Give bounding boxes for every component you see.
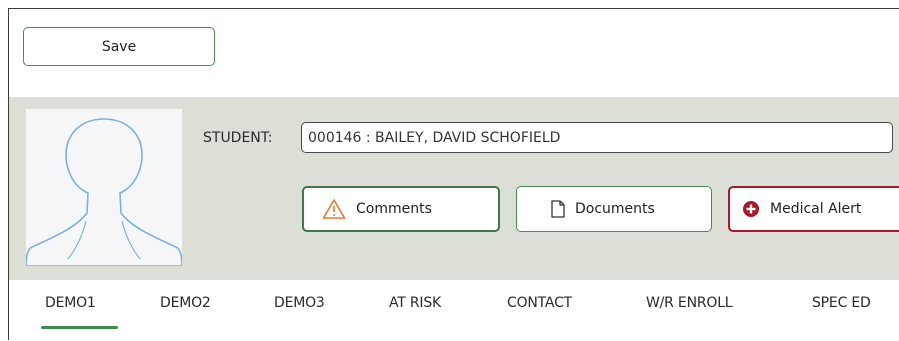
- documents-button[interactable]: Documents: [516, 186, 712, 232]
- toolbar: Save: [9, 9, 899, 97]
- comments-label: Comments: [356, 201, 432, 217]
- student-page: Save STUDENT: 000146 : BAILEY, DAVID SCH…: [8, 8, 899, 341]
- medical-alert-label: Medical Alert: [770, 201, 862, 217]
- save-button[interactable]: Save: [23, 27, 215, 66]
- tab-label: SPEC ED: [812, 295, 871, 311]
- tab-bar: DEMO1 DEMO2 DEMO3 AT RISK CONTACT W/R EN…: [9, 280, 899, 341]
- tab-label: DEMO1: [45, 295, 96, 311]
- tab-contact[interactable]: CONTACT: [507, 295, 572, 335]
- document-icon: [551, 200, 565, 218]
- tab-spec-ed[interactable]: SPEC ED: [812, 295, 871, 335]
- plus-circle-icon: [742, 200, 760, 218]
- tab-label: W/R ENROLL: [646, 295, 733, 311]
- tab-demo3[interactable]: DEMO3: [274, 295, 325, 335]
- student-photo: [26, 109, 182, 266]
- medical-alert-button[interactable]: Medical Alert: [728, 186, 899, 232]
- warning-triangle-icon: [322, 198, 346, 220]
- tab-label: CONTACT: [507, 295, 572, 311]
- student-header-panel: STUDENT: 000146 : BAILEY, DAVID SCHOFIEL…: [9, 97, 899, 280]
- active-tab-indicator: [41, 326, 118, 329]
- save-button-label: Save: [101, 38, 137, 55]
- student-field-value: 000146 : BAILEY, DAVID SCHOFIELD: [308, 129, 561, 146]
- tab-wr-enroll[interactable]: W/R ENROLL: [646, 295, 733, 335]
- comments-button[interactable]: Comments: [302, 186, 500, 232]
- documents-label: Documents: [575, 201, 655, 217]
- tab-demo2[interactable]: DEMO2: [160, 295, 211, 335]
- student-label: STUDENT:: [203, 130, 273, 146]
- tab-label: DEMO2: [160, 295, 211, 311]
- tab-label: DEMO3: [274, 295, 325, 311]
- tab-demo1[interactable]: DEMO1: [41, 295, 118, 335]
- tab-at-risk[interactable]: AT RISK: [389, 295, 441, 335]
- student-field[interactable]: 000146 : BAILEY, DAVID SCHOFIELD: [301, 122, 893, 153]
- tab-label: AT RISK: [389, 295, 442, 311]
- person-silhouette-icon: [26, 118, 182, 266]
